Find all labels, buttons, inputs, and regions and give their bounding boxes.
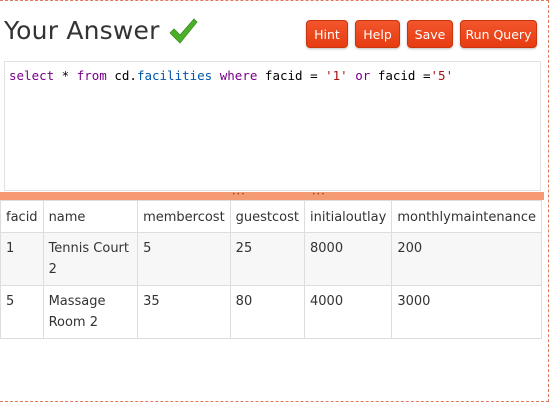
table-cell: 80 [229, 285, 306, 339]
table-cell: 5 [0, 285, 44, 339]
table-row: 5 Massage Room 2 35 80 4000 3000 [0, 285, 542, 339]
code-token: facid = [257, 68, 326, 83]
table-row: 1 Tennis Court 2 5 25 8000 200 [0, 232, 542, 286]
title-text: Your Answer [4, 15, 160, 45]
hint-button[interactable]: Hint [306, 20, 348, 48]
page-title: Your Answer [4, 14, 198, 46]
answer-header: Your Answer Hint Help Save Run Query [0, 0, 549, 60]
sql-query-text[interactable]: select * from cd.facilities where facid … [9, 68, 453, 83]
grip-dots-icon: ••• [312, 191, 326, 198]
table-cell: Tennis Court 2 [42, 232, 139, 286]
column-header: facid [0, 200, 44, 233]
save-button[interactable]: Save [407, 20, 453, 48]
resize-splitter[interactable]: ••• ••• [0, 192, 544, 200]
keyword-where: where [219, 68, 258, 83]
table-cell: Massage Room 2 [42, 285, 139, 339]
column-header: membercost [137, 200, 231, 233]
column-header: guestcost [229, 200, 306, 233]
table-cell: 4000 [304, 285, 393, 339]
code-token: * [54, 68, 77, 83]
keyword-select: select [9, 68, 55, 83]
table-cell: 25 [229, 232, 306, 286]
run-query-button[interactable]: Run Query [460, 20, 537, 48]
table-identifier: facilities [136, 68, 213, 83]
table-cell: 5 [137, 232, 231, 286]
column-header: monthlymaintenance [391, 200, 542, 233]
table-cell: 35 [137, 285, 231, 339]
table-cell: 200 [391, 232, 542, 286]
sql-editor[interactable]: select * from cd.facilities where facid … [4, 61, 541, 191]
grip-dots-icon: ••• [232, 191, 246, 198]
table-cell: 1 [0, 232, 44, 286]
column-header: initialoutlay [304, 200, 393, 233]
keyword-from: from [76, 68, 107, 83]
checkmark-icon [169, 18, 198, 44]
table-cell: 8000 [304, 232, 393, 286]
results-table: facid name membercost guestcost initialo… [0, 200, 542, 339]
column-header: name [42, 200, 139, 233]
table-header-row: facid name membercost guestcost initialo… [0, 200, 542, 233]
code-token: facid = [370, 68, 431, 83]
table-cell: 3000 [391, 285, 542, 339]
string-literal: '5' [430, 68, 454, 83]
code-token: cd. [106, 68, 137, 83]
string-literal: '1' [325, 68, 348, 83]
keyword-or: or [355, 68, 371, 83]
help-button[interactable]: Help [355, 20, 400, 48]
